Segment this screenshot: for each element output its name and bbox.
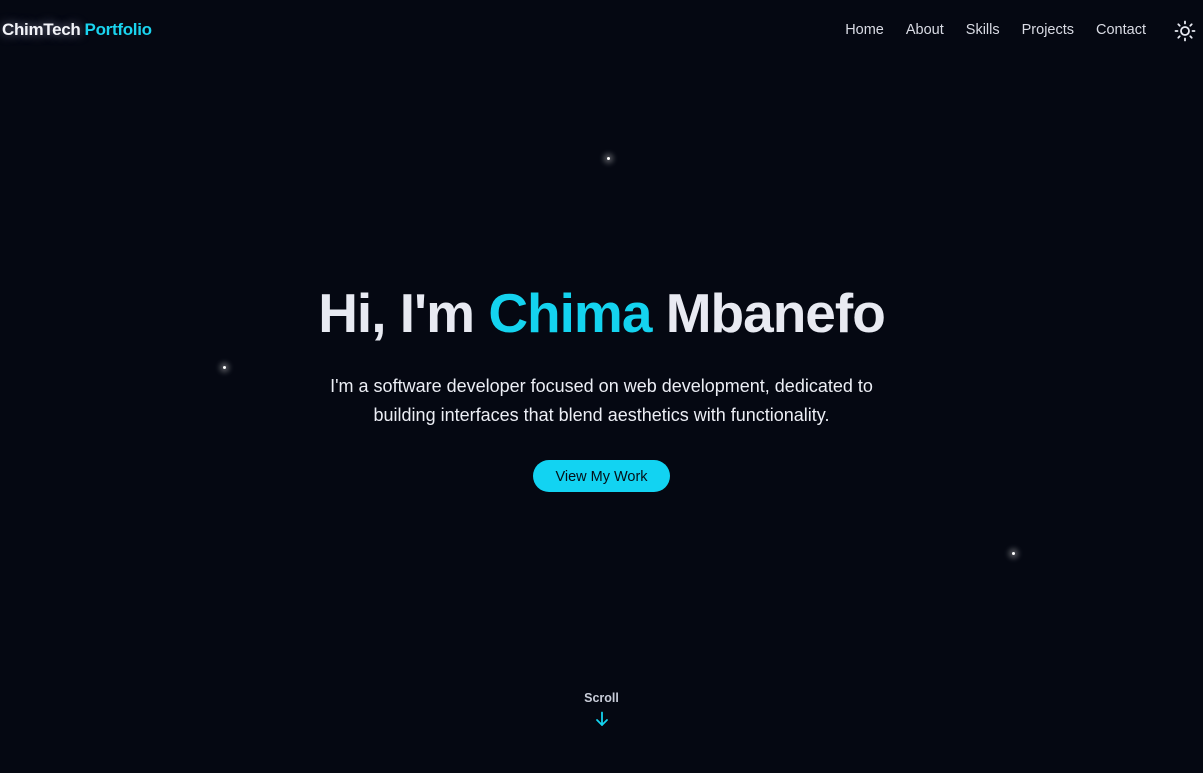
nav-links: Home About Skills Projects Contact — [823, 22, 1146, 38]
nav-link-contact[interactable]: Contact — [1096, 22, 1146, 38]
scroll-label: Scroll — [584, 691, 619, 705]
logo-main-text: ChimTech — [2, 20, 81, 39]
logo-accent-text: Portfolio — [84, 20, 152, 39]
page: ChimTech Portfolio Home About Skills Proj… — [0, 0, 1203, 773]
arrow-down-icon — [595, 711, 608, 726]
logo[interactable]: ChimTech Portfolio — [2, 20, 152, 40]
scroll-indicator[interactable]: Scroll — [0, 691, 1203, 727]
star-decoration — [607, 157, 610, 160]
hero-last-name: Mbanefo — [665, 282, 886, 344]
sun-icon — [1174, 20, 1196, 42]
nav-link-home[interactable]: Home — [845, 22, 884, 38]
hero-greeting: Hi, I'm — [318, 282, 475, 344]
nav-link-skills[interactable]: Skills — [966, 22, 1000, 38]
theme-toggle-button[interactable] — [1174, 20, 1196, 42]
star-decoration — [1012, 552, 1015, 555]
view-my-work-button[interactable]: View My Work — [533, 460, 670, 492]
nav-link-about[interactable]: About — [906, 22, 944, 38]
navbar: ChimTech Portfolio Home About Skills Proj… — [0, 0, 1203, 62]
hero-description: I'm a software developer focused on web … — [330, 376, 873, 425]
hero-section: Hi, I'm Chima Mbanefo I'm a software dev… — [0, 278, 1203, 492]
nav-link-projects[interactable]: Projects — [1022, 22, 1074, 38]
hero-first-name: Chima — [488, 282, 652, 344]
hero-title: Hi, I'm Chima Mbanefo — [0, 278, 1203, 348]
